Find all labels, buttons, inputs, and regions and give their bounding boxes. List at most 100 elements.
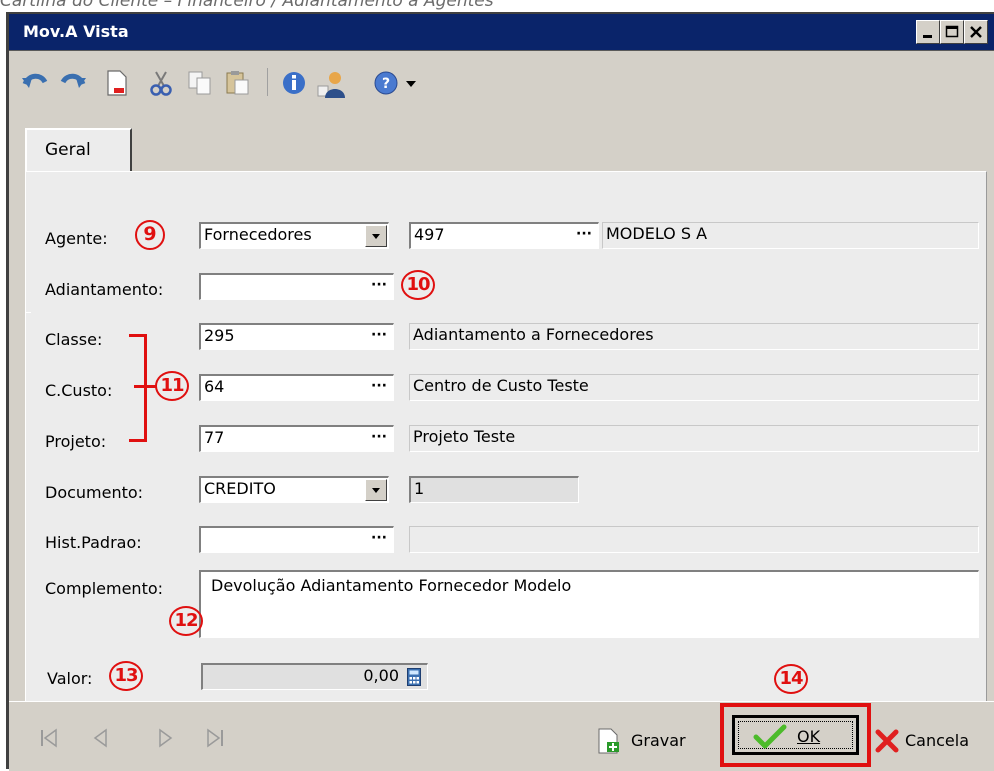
annotation-number: 13 (114, 665, 138, 686)
new-document-icon[interactable] (105, 70, 129, 96)
agente-type-value: Fornecedores (204, 225, 312, 244)
ok-label: OK (797, 727, 821, 746)
group-separator (25, 312, 31, 313)
ccusto-code-value: 64 (204, 377, 225, 396)
last-record-icon[interactable] (205, 728, 225, 748)
calculator-icon[interactable] (407, 668, 421, 686)
annotation-badge-12: 12 (169, 606, 203, 636)
copy-icon[interactable] (187, 70, 213, 96)
classe-description-value: Adiantamento a Fornecedores (413, 325, 654, 344)
annotation-number: 12 (174, 610, 198, 631)
gravar-button[interactable]: Gravar (597, 726, 707, 758)
ccusto-label: C.Custo: (45, 381, 113, 400)
cancel-x-icon (875, 729, 899, 753)
window-title: Mov.A Vista (23, 22, 129, 41)
cancela-button[interactable]: Cancela (875, 726, 991, 758)
annotation-badge-9: 9 (135, 220, 165, 250)
projeto-code-value: 77 (204, 428, 225, 447)
chevron-down-icon[interactable] (365, 479, 387, 501)
annotation-badge-10: 10 (401, 270, 435, 300)
ok-button[interactable]: OK (732, 715, 859, 755)
adiantamento-lookup-button[interactable]: ··· (371, 277, 387, 293)
annotation-number: 9 (143, 223, 157, 245)
ccusto-lookup-button[interactable]: ··· (371, 378, 387, 394)
ccusto-code-input[interactable]: 64 ··· (199, 374, 394, 401)
paste-icon[interactable] (225, 70, 251, 96)
agente-code-input[interactable]: 497 ··· (409, 222, 599, 249)
complemento-label: Complemento: (45, 579, 164, 598)
svg-text:?: ? (382, 76, 390, 92)
classe-lookup-button[interactable]: ··· (371, 327, 387, 343)
hist-padrao-label: Hist.Padrao: (45, 533, 142, 552)
annotation-badge-11: 11 (155, 371, 189, 401)
minimize-button[interactable] (916, 20, 940, 44)
maximize-button[interactable] (940, 20, 964, 44)
annotation-number: 14 (779, 668, 803, 689)
checkmark-icon (753, 724, 787, 749)
toolbar-separator (267, 68, 268, 96)
chevron-down-icon[interactable] (365, 225, 387, 247)
documento-type-select[interactable]: CREDITO (199, 476, 389, 503)
annotation-bracket-tick (134, 385, 156, 388)
documento-number-input[interactable]: 1 (409, 476, 579, 503)
classe-code-input[interactable]: 295 ··· (199, 323, 394, 350)
hist-padrao-description-field (409, 526, 979, 553)
annotation-number: 11 (160, 375, 184, 396)
documento-label: Documento: (45, 483, 144, 502)
info-icon[interactable] (281, 70, 307, 96)
annotation-badge-13: 13 (109, 661, 143, 691)
documento-number-value: 1 (414, 479, 425, 498)
agente-lookup-button[interactable]: ··· (576, 226, 592, 242)
projeto-description-value: Projeto Teste (413, 427, 516, 446)
agente-description-value: MODELO S A (606, 224, 708, 243)
ccusto-description-field: Centro de Custo Teste (409, 374, 979, 401)
projeto-label: Projeto: (45, 432, 107, 451)
close-icon (970, 26, 982, 38)
complemento-textarea[interactable]: Devolução Adiantamento Fornecedor Modelo (199, 570, 979, 638)
classe-description-field: Adiantamento a Fornecedores (409, 323, 979, 350)
previous-record-icon[interactable] (91, 728, 111, 748)
annotation-bracket (129, 334, 147, 442)
undo-icon[interactable] (21, 70, 49, 94)
cut-icon[interactable] (147, 70, 175, 96)
tab-geral[interactable]: Geral (25, 128, 132, 172)
save-document-icon (598, 728, 619, 754)
complemento-value: Devolução Adiantamento Fornecedor Modelo (211, 576, 572, 595)
hist-padrao-input[interactable]: ··· (199, 526, 394, 553)
next-record-icon[interactable] (155, 728, 175, 748)
documento-type-value: CREDITO (204, 479, 276, 498)
title-bar[interactable]: Mov.A Vista (9, 14, 994, 51)
valor-label: Valor: (47, 669, 93, 688)
classe-code-value: 295 (204, 326, 235, 345)
first-record-icon[interactable] (39, 728, 59, 748)
valor-input[interactable]: 0,00 (201, 663, 428, 690)
toolbar: ? (9, 52, 994, 116)
ok-highlight-box: OK (720, 703, 871, 767)
agente-type-select[interactable]: Fornecedores (199, 222, 389, 249)
ccusto-description-value: Centro de Custo Teste (413, 376, 589, 395)
minimize-icon (923, 35, 932, 38)
help-icon[interactable]: ? (373, 70, 399, 96)
close-button[interactable] (964, 20, 988, 44)
page-caption: Cartilha do Cliente – Financeiro / Adian… (0, 0, 494, 11)
redo-icon[interactable] (59, 70, 87, 94)
adiantamento-input[interactable]: ··· (199, 273, 394, 300)
mov-a-vista-window: Mov.A Vista ? Geral Agente: 9 Fornecedor… (6, 12, 994, 771)
agente-code-value: 497 (414, 225, 445, 244)
cancela-label: Cancela (905, 731, 970, 750)
projeto-lookup-button[interactable]: ··· (371, 429, 387, 445)
valor-value: 0,00 (363, 666, 399, 685)
maximize-icon (945, 25, 959, 38)
dropdown-arrow-icon[interactable] (405, 80, 417, 88)
gravar-label: Gravar (631, 731, 686, 750)
hist-padrao-lookup-button[interactable]: ··· (371, 530, 387, 546)
annotation-badge-14: 14 (774, 664, 808, 694)
projeto-code-input[interactable]: 77 ··· (199, 425, 394, 452)
adiantamento-label: Adiantamento: (45, 280, 164, 299)
agente-description-field: MODELO S A (602, 222, 979, 249)
tab-geral-label: Geral (45, 140, 91, 160)
projeto-description-field: Projeto Teste (409, 425, 979, 452)
classe-label: Classe: (45, 330, 103, 349)
user-icon[interactable] (317, 70, 347, 98)
agente-label: Agente: (45, 229, 108, 248)
